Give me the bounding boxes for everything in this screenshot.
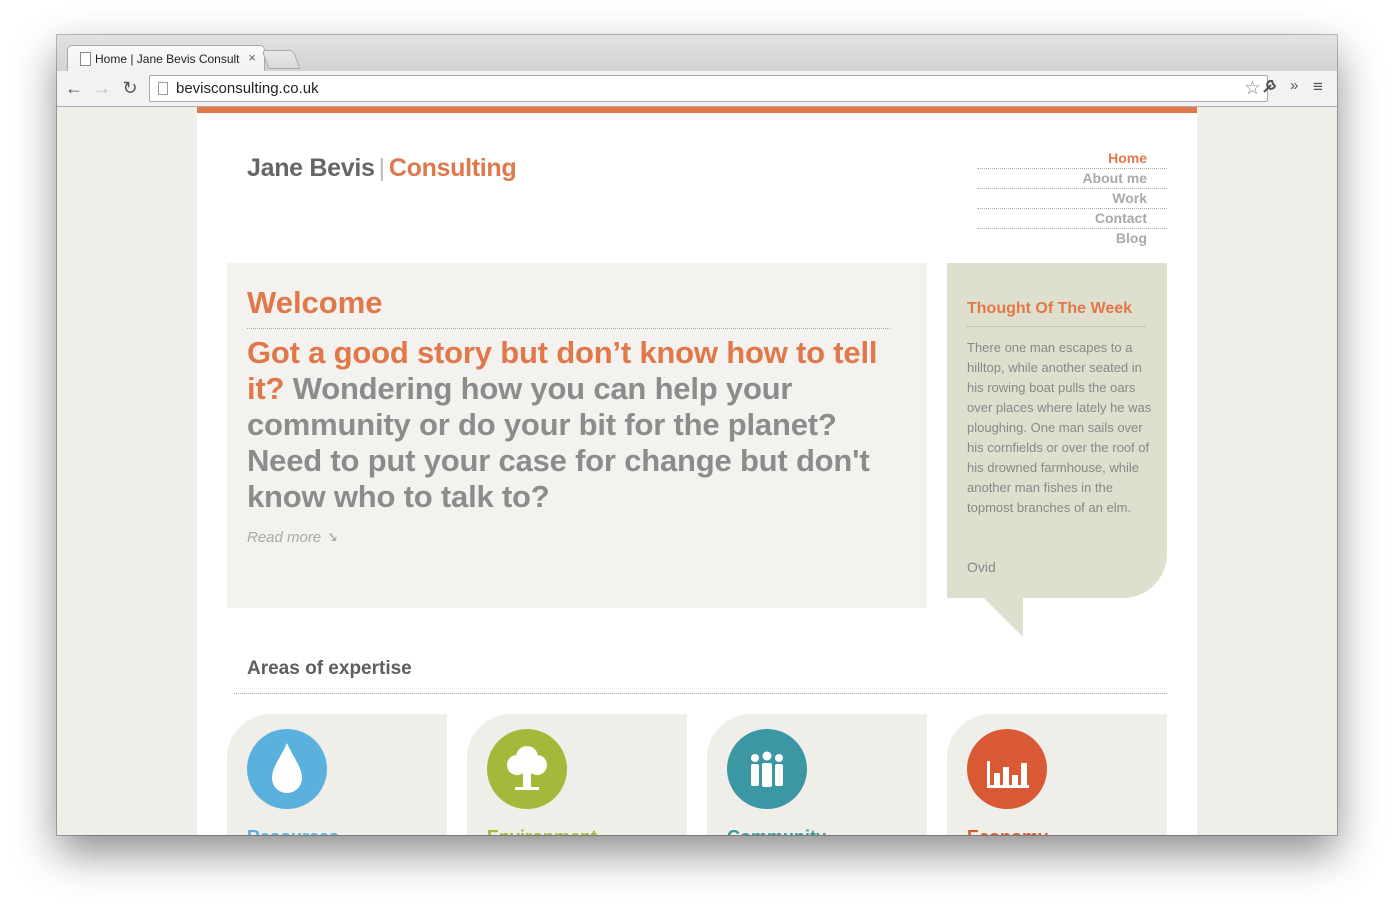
reload-button[interactable]: ↻ [119,77,141,99]
nav-contact[interactable]: Contact [977,209,1167,229]
menu-icon[interactable]: ≡ [1313,77,1323,97]
address-bar[interactable]: bevisconsulting.co.uk ☆ [149,75,1268,102]
browser-window: Home | Jane Bevis Consult × ← → ↻ bevisc… [57,35,1337,835]
logo-separator: | [378,154,386,182]
document-icon [80,52,91,66]
url-text[interactable]: bevisconsulting.co.uk [176,80,319,97]
logo-brand: Consulting [388,154,517,182]
main-nav: Home About me Work Contact Blog [977,149,1167,248]
lead-rest: Wondering how you can help your communit… [247,371,870,514]
tab-strip: Home | Jane Bevis Consult × [57,35,1337,72]
extensions-icon[interactable]: » [1290,77,1298,94]
welcome-heading: Welcome [247,285,383,320]
nav-work[interactable]: Work [977,189,1167,209]
wrench-icon[interactable] [1261,77,1279,99]
nav-about-me[interactable]: About me [977,169,1167,189]
bookmark-star-icon[interactable]: ☆ [1244,77,1261,100]
back-button[interactable]: ← [63,77,85,99]
card-label: Environment [487,827,597,835]
speech-bubble-tail [983,597,1023,637]
areas-title: Areas of expertise [247,658,412,679]
welcome-panel: Welcome Got a good story but don’t know … [227,263,927,608]
people-icon [727,729,807,809]
browser-tab[interactable]: Home | Jane Bevis Consult × [67,45,265,72]
divider [234,693,1167,694]
divider [967,326,1145,327]
welcome-lead: Got a good story but don’t know how to t… [247,335,897,515]
divider [247,328,890,329]
expertise-card-community[interactable]: Community [707,714,927,835]
card-label: Economy [967,827,1048,835]
card-label: Community [727,827,826,835]
water-drop-icon [247,729,327,809]
expertise-card-resources[interactable]: Resources [227,714,447,835]
card-label: Resources [247,827,339,835]
expertise-card-economy[interactable]: Economy [947,714,1167,835]
expertise-card-environment[interactable]: Environment [467,714,687,835]
close-tab-icon[interactable]: × [248,50,256,65]
read-more-link[interactable]: Read more ➘ [247,528,338,546]
page-viewport: Jane Bevis | Consulting Home About me Work… [57,107,1337,835]
thought-of-the-week: Thought Of The Week There one man escape… [947,263,1167,598]
new-tab-button[interactable] [261,50,301,69]
thought-heading: Thought Of The Week [967,300,1133,317]
site-page: Jane Bevis | Consulting Home About me Work… [197,107,1197,835]
thought-author: Ovid [967,559,996,575]
site-logo[interactable]: Jane Bevis | Consulting [247,154,517,183]
nav-blog[interactable]: Blog [977,229,1167,248]
logo-name: Jane Bevis [247,154,375,182]
browser-toolbar: ← → ↻ bevisconsulting.co.uk ☆ » ≡ [57,71,1337,107]
nav-home[interactable]: Home [977,149,1167,169]
bar-chart-icon [967,729,1047,809]
tree-icon [487,729,567,809]
thought-quote: There one man escapes to a hilltop, whil… [967,340,1152,515]
forward-button[interactable]: → [91,77,113,99]
tab-title: Home | Jane Bevis Consult [95,52,240,66]
page-icon [158,82,168,95]
